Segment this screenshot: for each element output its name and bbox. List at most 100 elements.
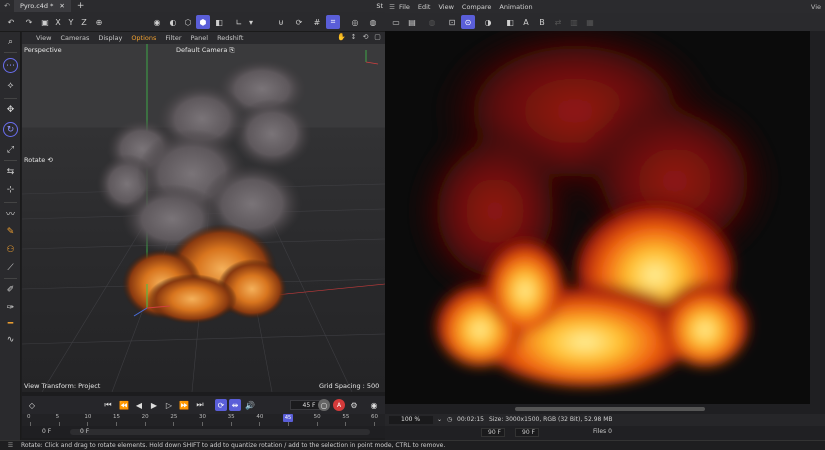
- overlay-icon[interactable]: ▦: [583, 15, 597, 29]
- split-view-icon[interactable]: ▥: [567, 15, 581, 29]
- polygon-pen-icon[interactable]: ⚇: [3, 242, 18, 257]
- compare-icon[interactable]: ◧: [503, 15, 517, 29]
- pv-menu-edit[interactable]: Edit: [418, 3, 431, 11]
- axis-x-button[interactable]: X: [51, 15, 65, 29]
- spline-tool-icon[interactable]: ✎: [3, 224, 18, 239]
- mesh-mode-icon[interactable]: ◐: [166, 15, 180, 29]
- camera-label[interactable]: Default Camera ⎘: [176, 46, 235, 55]
- save-icon[interactable]: ▤: [405, 15, 419, 29]
- layout-label[interactable]: St: [376, 2, 383, 10]
- record-disabled-icon[interactable]: ○: [318, 399, 330, 411]
- frame-field-a[interactable]: 90 F: [481, 428, 505, 437]
- sound-icon[interactable]: 🔊: [244, 399, 256, 411]
- axis-y-button[interactable]: Y: [64, 15, 78, 29]
- pv-menu-compare[interactable]: Compare: [462, 3, 492, 11]
- 3d-viewport[interactable]: Perspective Default Camera ⎘ Rotate ⟲ Vi…: [22, 44, 385, 392]
- redo-icon[interactable]: ↷: [22, 15, 36, 29]
- magnet-tool-icon[interactable]: ∿: [3, 332, 18, 347]
- viewport-menu-filter[interactable]: Filter: [165, 34, 181, 42]
- workplane-dropdown-icon[interactable]: ▾: [244, 15, 258, 29]
- sculpt-icon[interactable]: ━: [3, 316, 18, 331]
- paint-icon[interactable]: ✑: [3, 300, 18, 315]
- previous-frame-icon[interactable]: ◀: [133, 399, 145, 411]
- object-mode-icon[interactable]: ⬢: [196, 15, 210, 29]
- close-tab-icon[interactable]: ✕: [59, 2, 64, 10]
- brush-icon[interactable]: ✐: [3, 282, 18, 297]
- vertical-scrollbar[interactable]: [810, 31, 825, 404]
- previous-key-icon[interactable]: ⏪: [118, 399, 130, 411]
- viewport-zoom-icon[interactable]: ↕: [349, 33, 358, 42]
- axis-z-button[interactable]: Z: [77, 15, 91, 29]
- range-start-field-2[interactable]: 0 F: [80, 428, 89, 436]
- range-slider[interactable]: [70, 429, 370, 435]
- viewport-menu-display[interactable]: Display: [98, 34, 122, 42]
- back-icon[interactable]: ↶: [0, 2, 14, 10]
- viewport-menu-cameras[interactable]: Cameras: [60, 34, 89, 42]
- move-icon[interactable]: ✥: [3, 102, 18, 117]
- render-region-icon[interactable]: ⊡: [445, 15, 459, 29]
- pv-layout-label[interactable]: Vie: [811, 3, 821, 11]
- compare-a-button[interactable]: A: [519, 15, 533, 29]
- horizontal-scrollbar-thumb[interactable]: [515, 407, 705, 411]
- model-mode-icon[interactable]: ◉: [150, 15, 164, 29]
- next-frame-icon[interactable]: ▷: [163, 399, 175, 411]
- lock-icon[interactable]: ▣: [38, 15, 52, 29]
- swap-ab-icon[interactable]: ⇄: [551, 15, 565, 29]
- uv-mode-icon[interactable]: ◧: [212, 15, 226, 29]
- refresh-icon[interactable]: ⟳: [292, 15, 306, 29]
- frame-field-b[interactable]: 90 F: [515, 428, 539, 437]
- viewport-rotate-icon[interactable]: ⟲: [361, 33, 370, 42]
- viewport-menu-panel[interactable]: Panel: [191, 34, 209, 42]
- rotate-icon[interactable]: ↻: [3, 122, 18, 137]
- transform-icon[interactable]: ⇆: [3, 164, 18, 179]
- undo-icon[interactable]: ↶: [4, 15, 18, 29]
- playback-range-icon[interactable]: ⇹: [229, 399, 241, 411]
- go-to-start-icon[interactable]: ⏮: [102, 399, 114, 411]
- status-menu-icon[interactable]: ☰: [0, 442, 21, 449]
- play-icon[interactable]: ▶: [148, 399, 160, 411]
- timeline-settings-icon[interactable]: ◉: [368, 399, 380, 411]
- render-image[interactable]: [385, 31, 810, 404]
- scale-icon[interactable]: ⤢: [3, 142, 18, 157]
- next-key-icon[interactable]: ⏩: [178, 399, 190, 411]
- snap-icon[interactable]: ⌗: [326, 15, 340, 29]
- viewport-menu-options[interactable]: Options: [131, 34, 156, 42]
- pv-menu-animation[interactable]: Animation: [499, 3, 532, 11]
- document-tab[interactable]: Pyro.c4d * ✕: [14, 0, 71, 12]
- arrange-icon[interactable]: ⊹: [3, 182, 18, 197]
- viewport-menu-view[interactable]: View: [36, 34, 51, 42]
- horizontal-scrollbar[interactable]: [385, 404, 825, 414]
- playhead[interactable]: 45: [283, 414, 293, 422]
- color-channel-icon[interactable]: ◑: [481, 15, 495, 29]
- viewport-menu-redshift[interactable]: Redshift: [217, 34, 243, 42]
- magnet-icon[interactable]: ⊍: [274, 15, 288, 29]
- loop-icon[interactable]: ⟳: [215, 399, 227, 411]
- grid-icon[interactable]: #: [310, 15, 324, 29]
- zoom-field[interactable]: 100 %: [389, 416, 433, 424]
- knife-icon[interactable]: ⟋: [3, 260, 18, 275]
- spline-pen-icon[interactable]: 〰: [3, 206, 18, 221]
- selection-tools-icon[interactable]: ⟡: [3, 78, 18, 93]
- compare-b-button[interactable]: B: [535, 15, 549, 29]
- go-to-end-icon[interactable]: ⏭: [194, 399, 206, 411]
- autokey-record-icon[interactable]: A: [333, 399, 345, 411]
- picture-viewer-menu-icon[interactable]: ☰: [385, 3, 399, 11]
- range-start-field[interactable]: 0 F: [42, 428, 51, 436]
- render-settings-icon[interactable]: ◍: [366, 15, 380, 29]
- zoom-dropdown-icon[interactable]: ⌄: [437, 416, 442, 424]
- pan-hand-icon[interactable]: ✋: [337, 33, 346, 42]
- coordinate-system-icon[interactable]: ⊕: [92, 15, 106, 29]
- keyframe-diamond-icon[interactable]: ◇: [26, 399, 38, 411]
- pv-menu-view[interactable]: View: [438, 3, 453, 11]
- stop-render-icon[interactable]: ◍: [425, 15, 439, 29]
- render-active-icon[interactable]: ⊙: [461, 15, 475, 29]
- viewport-maximize-icon[interactable]: ▢: [373, 33, 382, 42]
- timeline-ruler[interactable]: 05101520253035404550556045: [22, 414, 385, 426]
- keyframe-settings-icon[interactable]: ⚙: [348, 399, 360, 411]
- points-mode-icon[interactable]: ⬡: [181, 15, 195, 29]
- open-folder-icon[interactable]: ▭: [389, 15, 403, 29]
- zoom-search-icon[interactable]: ⌕: [3, 34, 18, 49]
- render-view-icon[interactable]: ◎: [348, 15, 362, 29]
- live-selection-icon[interactable]: ⋯: [3, 58, 18, 73]
- pv-menu-file[interactable]: File: [399, 3, 410, 11]
